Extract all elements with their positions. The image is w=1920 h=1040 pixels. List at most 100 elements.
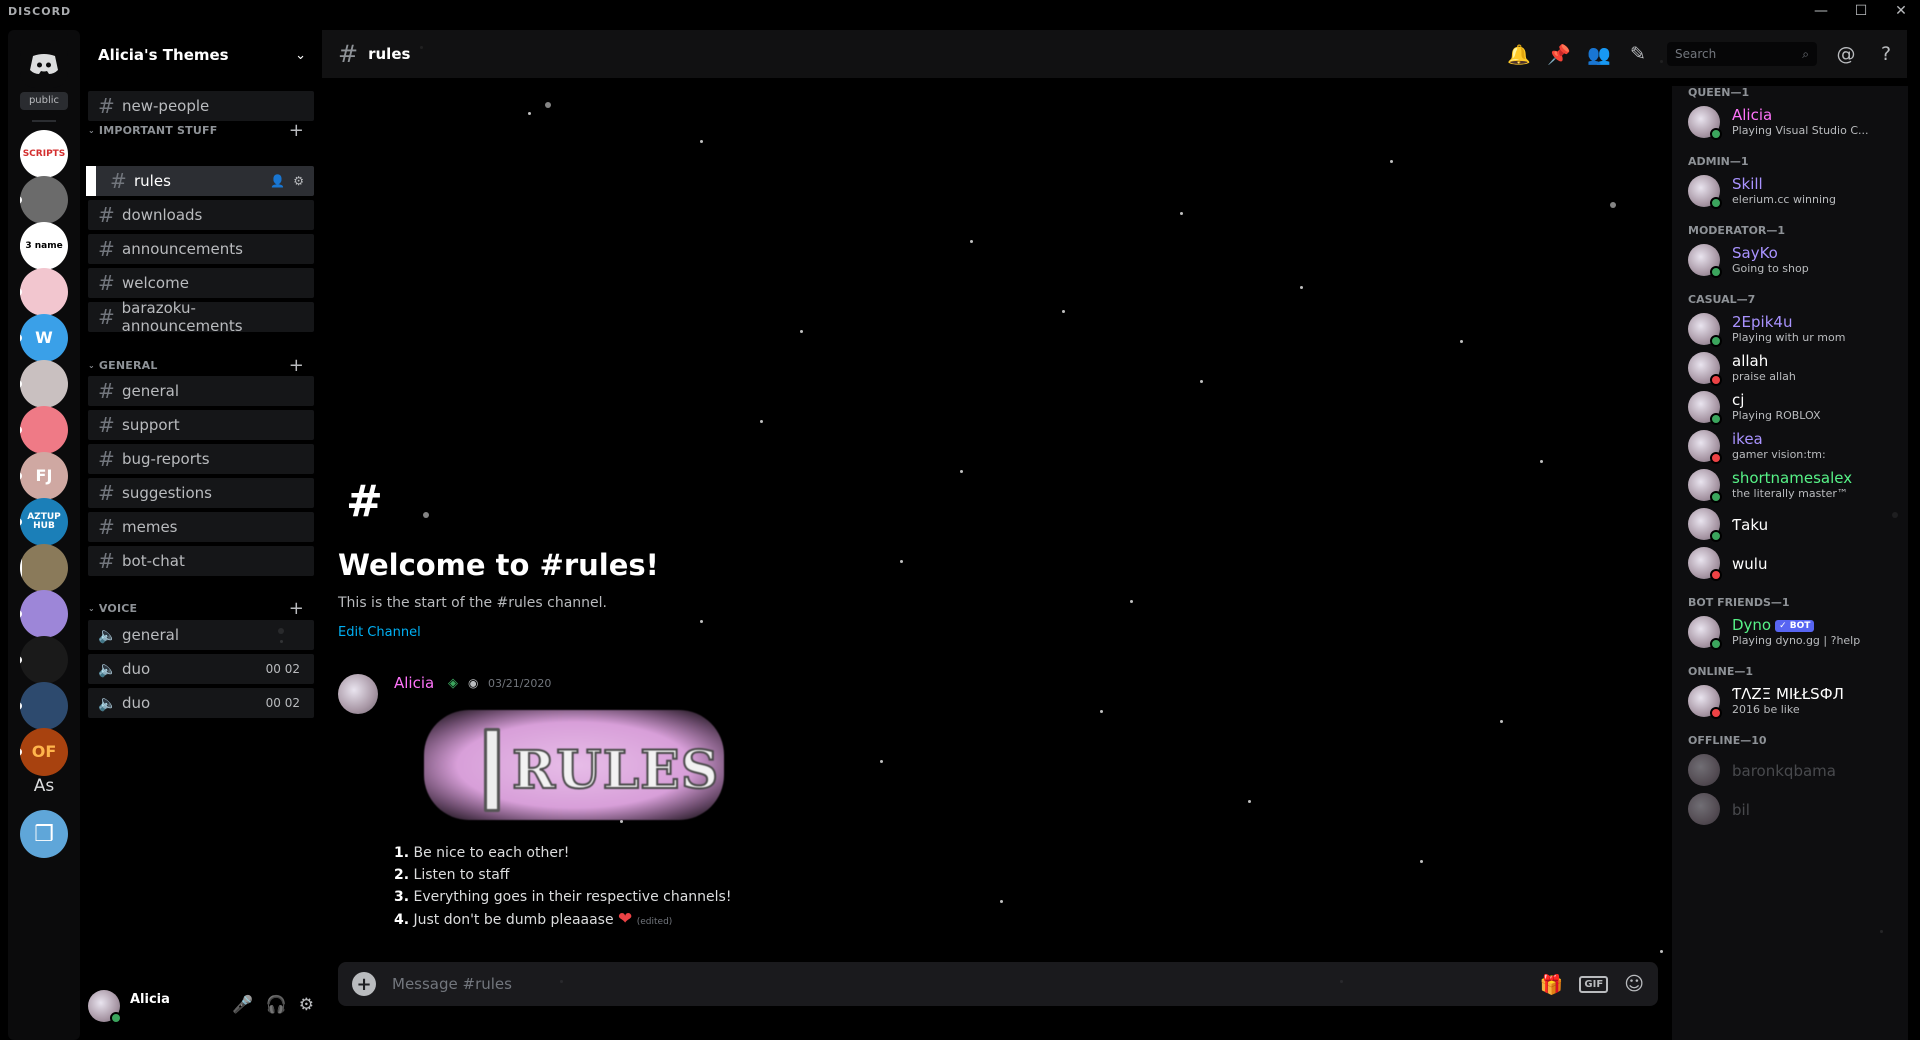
channel-general[interactable]: # general — [88, 376, 314, 406]
channel-rules[interactable]: # rules 👤 ⚙ — [86, 166, 314, 196]
voice-channel-general[interactable]: 🔈 general — [88, 620, 314, 650]
channel-bug-reports[interactable]: # bug-reports — [88, 444, 314, 474]
member-name: wulu — [1732, 555, 1768, 573]
channel-name: suggestions — [122, 484, 212, 502]
mute-microphone-icon[interactable]: 🎤 — [232, 995, 253, 1015]
channel-downloads[interactable]: # downloads — [88, 200, 314, 230]
add-channel-icon[interactable]: + — [289, 355, 304, 376]
category-voice[interactable]: ⌄ VOICE + — [88, 598, 314, 619]
member-item[interactable]: baronkqbama — [1688, 748, 1900, 792]
server-icon[interactable] — [20, 636, 68, 684]
server-icon[interactable] — [20, 682, 68, 730]
server-icon-label: W — [35, 328, 53, 347]
member-item[interactable]: allah praise allah — [1688, 346, 1900, 390]
edit-icon[interactable]: ✎ — [1627, 43, 1649, 65]
members-icon[interactable]: 👥 — [1587, 43, 1611, 66]
member-activity: Playing with ur mom — [1732, 331, 1846, 344]
server-icon[interactable]: As — [20, 762, 68, 810]
emoji-icon[interactable]: ☺ — [1624, 973, 1644, 995]
server-icon[interactable] — [20, 590, 68, 638]
server-icon-label: AZTUP HUB — [27, 512, 61, 531]
add-channel-icon[interactable]: + — [289, 598, 304, 619]
pin-icon[interactable]: 📌 — [1547, 43, 1571, 66]
add-attachment-icon[interactable]: + — [352, 972, 376, 996]
gif-button[interactable]: GIF — [1579, 975, 1609, 993]
category-important-stuff[interactable]: ⌄ IMPORTANT STUFF + — [88, 120, 314, 141]
member-item[interactable]: cj Playing ROBLOX — [1688, 385, 1900, 429]
home-button[interactable] — [20, 40, 68, 88]
member-item[interactable]: bil — [1688, 787, 1900, 831]
discord-brand: DISCORD — [8, 4, 72, 18]
gear-icon[interactable]: ⚙ — [293, 174, 304, 188]
category-general[interactable]: ⌄ GENERAL + — [88, 355, 314, 376]
server-icon[interactable]: W — [20, 314, 68, 362]
minimize-icon[interactable]: — — [1812, 0, 1830, 22]
server-icon[interactable]: ❒ — [20, 810, 68, 858]
gift-icon[interactable]: 🎁 — [1540, 973, 1564, 996]
server-icon[interactable] — [20, 268, 68, 316]
channel-barazoku-announcements[interactable]: # barazoku-announcements — [88, 299, 314, 335]
server-icon[interactable]: 3 name — [20, 222, 68, 270]
member-item[interactable]: ikea gamer vision:tm: — [1688, 424, 1900, 468]
hashtag-icon: # — [346, 476, 383, 527]
status-online — [110, 1012, 122, 1024]
message-author[interactable]: Alicia — [394, 674, 434, 692]
edit-channel-link[interactable]: Edit Channel — [338, 625, 421, 640]
member-item[interactable]: SayKo Going to shop — [1688, 238, 1900, 282]
headphones-icon[interactable]: 🎧 — [266, 995, 287, 1015]
rule-item: 2. Listen to staff — [394, 867, 510, 883]
channel-new-people[interactable]: # new-people — [88, 91, 314, 121]
member-item[interactable]: Skill elerium.cc winning — [1688, 169, 1900, 213]
avatar[interactable] — [88, 990, 122, 1024]
invite-icon[interactable]: 👤 — [270, 174, 285, 188]
server-icon[interactable]: AZTUP HUB — [20, 498, 68, 546]
help-icon[interactable]: ? — [1875, 43, 1897, 65]
maximize-icon[interactable]: ☐ — [1852, 0, 1870, 22]
member-item[interactable]: ƬΛZΞ MIŁŁSФЛ 2016 be like — [1688, 679, 1900, 723]
status-dnd — [1710, 569, 1722, 581]
message-input[interactable]: Message #rules — [392, 975, 512, 993]
channel-support[interactable]: # support — [88, 410, 314, 440]
server-icon[interactable] — [20, 544, 68, 592]
member-item[interactable]: wulu — [1688, 541, 1900, 585]
channel-welcome[interactable]: # welcome — [88, 268, 314, 298]
speaker-icon: 🔈 — [98, 694, 117, 712]
voice-channel-duo[interactable]: 🔈 duo 00 02 — [88, 654, 314, 684]
member-item[interactable]: shortnamesalex the literally master™ — [1688, 463, 1900, 507]
mention-icon[interactable]: @ — [1835, 43, 1857, 65]
member-item[interactable]: Alicia Playing Visual Studio C... — [1688, 100, 1900, 144]
bell-icon[interactable]: 🔔 — [1507, 43, 1531, 66]
server-icon[interactable] — [20, 406, 68, 454]
member-item[interactable]: 2Epik4u Playing with ur mom — [1688, 307, 1900, 351]
channel-name: memes — [122, 518, 178, 536]
server-icon[interactable] — [20, 176, 68, 224]
selected-indicator — [86, 166, 96, 196]
add-channel-icon[interactable]: + — [289, 120, 304, 141]
server-header[interactable]: Alicia's Themes ⌄ — [88, 30, 316, 80]
voice-channel-duo[interactable]: 🔈 duo 00 02 — [88, 688, 314, 718]
member-item[interactable]: Dyno ✓ BOT Playing dyno.gg | ?help — [1688, 610, 1900, 654]
channel-suggestions[interactable]: # suggestions — [88, 478, 314, 508]
server-icon[interactable] — [20, 360, 68, 408]
search-input[interactable]: Search ⌕ — [1667, 42, 1817, 66]
member-name: baronkqbama — [1732, 762, 1836, 780]
avatar — [1688, 352, 1722, 386]
member-item[interactable]: Ƭaku — [1688, 502, 1900, 546]
server-icon[interactable]: SCRIPTS — [20, 130, 68, 178]
gear-icon[interactable]: ⚙ — [299, 995, 314, 1015]
member-activity: Playing ROBLOX — [1732, 409, 1821, 422]
server-icon[interactable]: FJ — [20, 452, 68, 500]
rules-banner-image[interactable]: RULES — [424, 710, 724, 820]
avatar[interactable] — [338, 674, 378, 714]
member-name: ƬΛZΞ MIŁŁSФЛ — [1732, 685, 1844, 703]
unread-indicator — [20, 150, 22, 158]
close-icon[interactable]: ✕ — [1892, 0, 1910, 22]
unread-indicator — [20, 548, 22, 588]
channel-announcements[interactable]: # announcements — [88, 234, 314, 264]
message-composer[interactable]: + Message #rules 🎁 GIF ☺ — [338, 962, 1658, 1006]
channel-memes[interactable]: # memes — [88, 512, 314, 542]
member-name: Ƭaku — [1732, 516, 1769, 534]
rule-item: 3. Everything goes in their respective c… — [394, 889, 732, 905]
channel-bot-chat[interactable]: # bot-chat — [88, 546, 314, 576]
avatar — [1688, 106, 1722, 140]
